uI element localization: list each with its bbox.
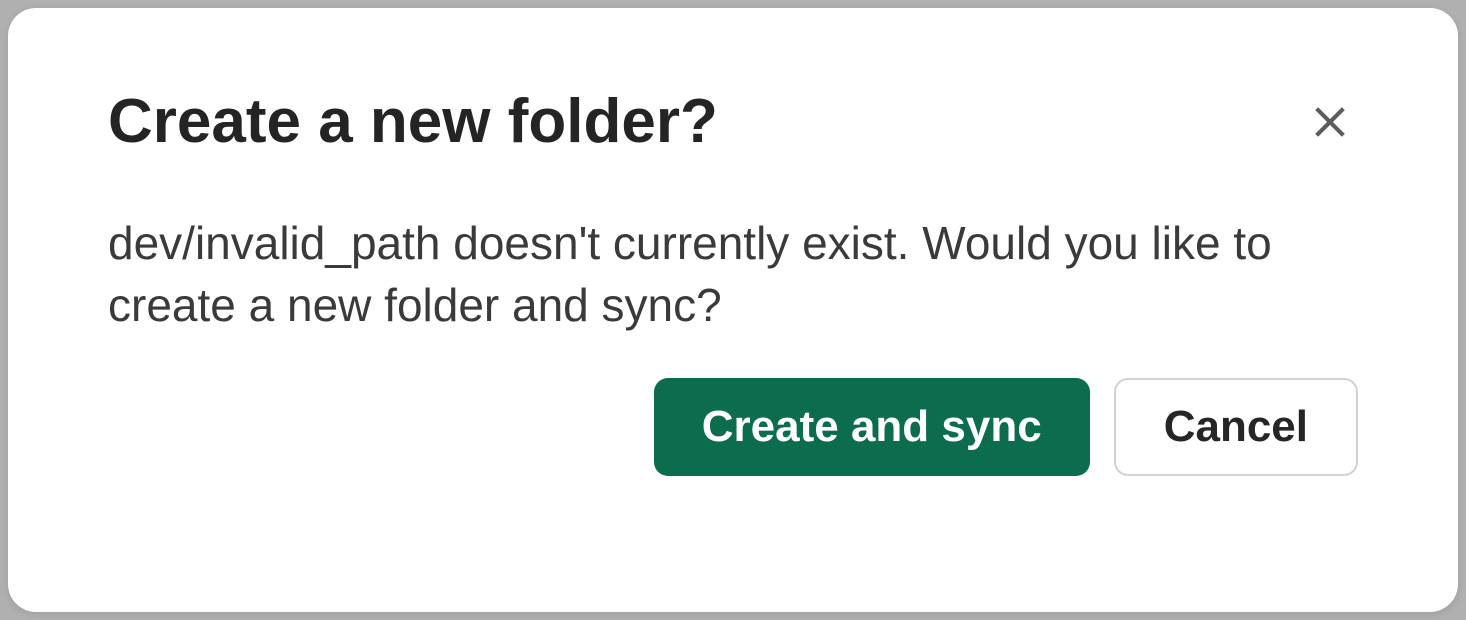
cancel-button[interactable]: Cancel [1114,378,1358,476]
close-button[interactable] [1302,94,1358,150]
dialog-message: dev/invalid_path doesn't currently exist… [108,212,1358,336]
dialog-title: Create a new folder? [108,88,718,156]
close-icon [1310,102,1350,142]
dialog-footer: Create and sync Cancel [108,378,1358,476]
create-and-sync-button[interactable]: Create and sync [654,378,1090,476]
confirm-dialog: Create a new folder? dev/invalid_path do… [8,8,1458,612]
dialog-header: Create a new folder? [108,88,1358,156]
